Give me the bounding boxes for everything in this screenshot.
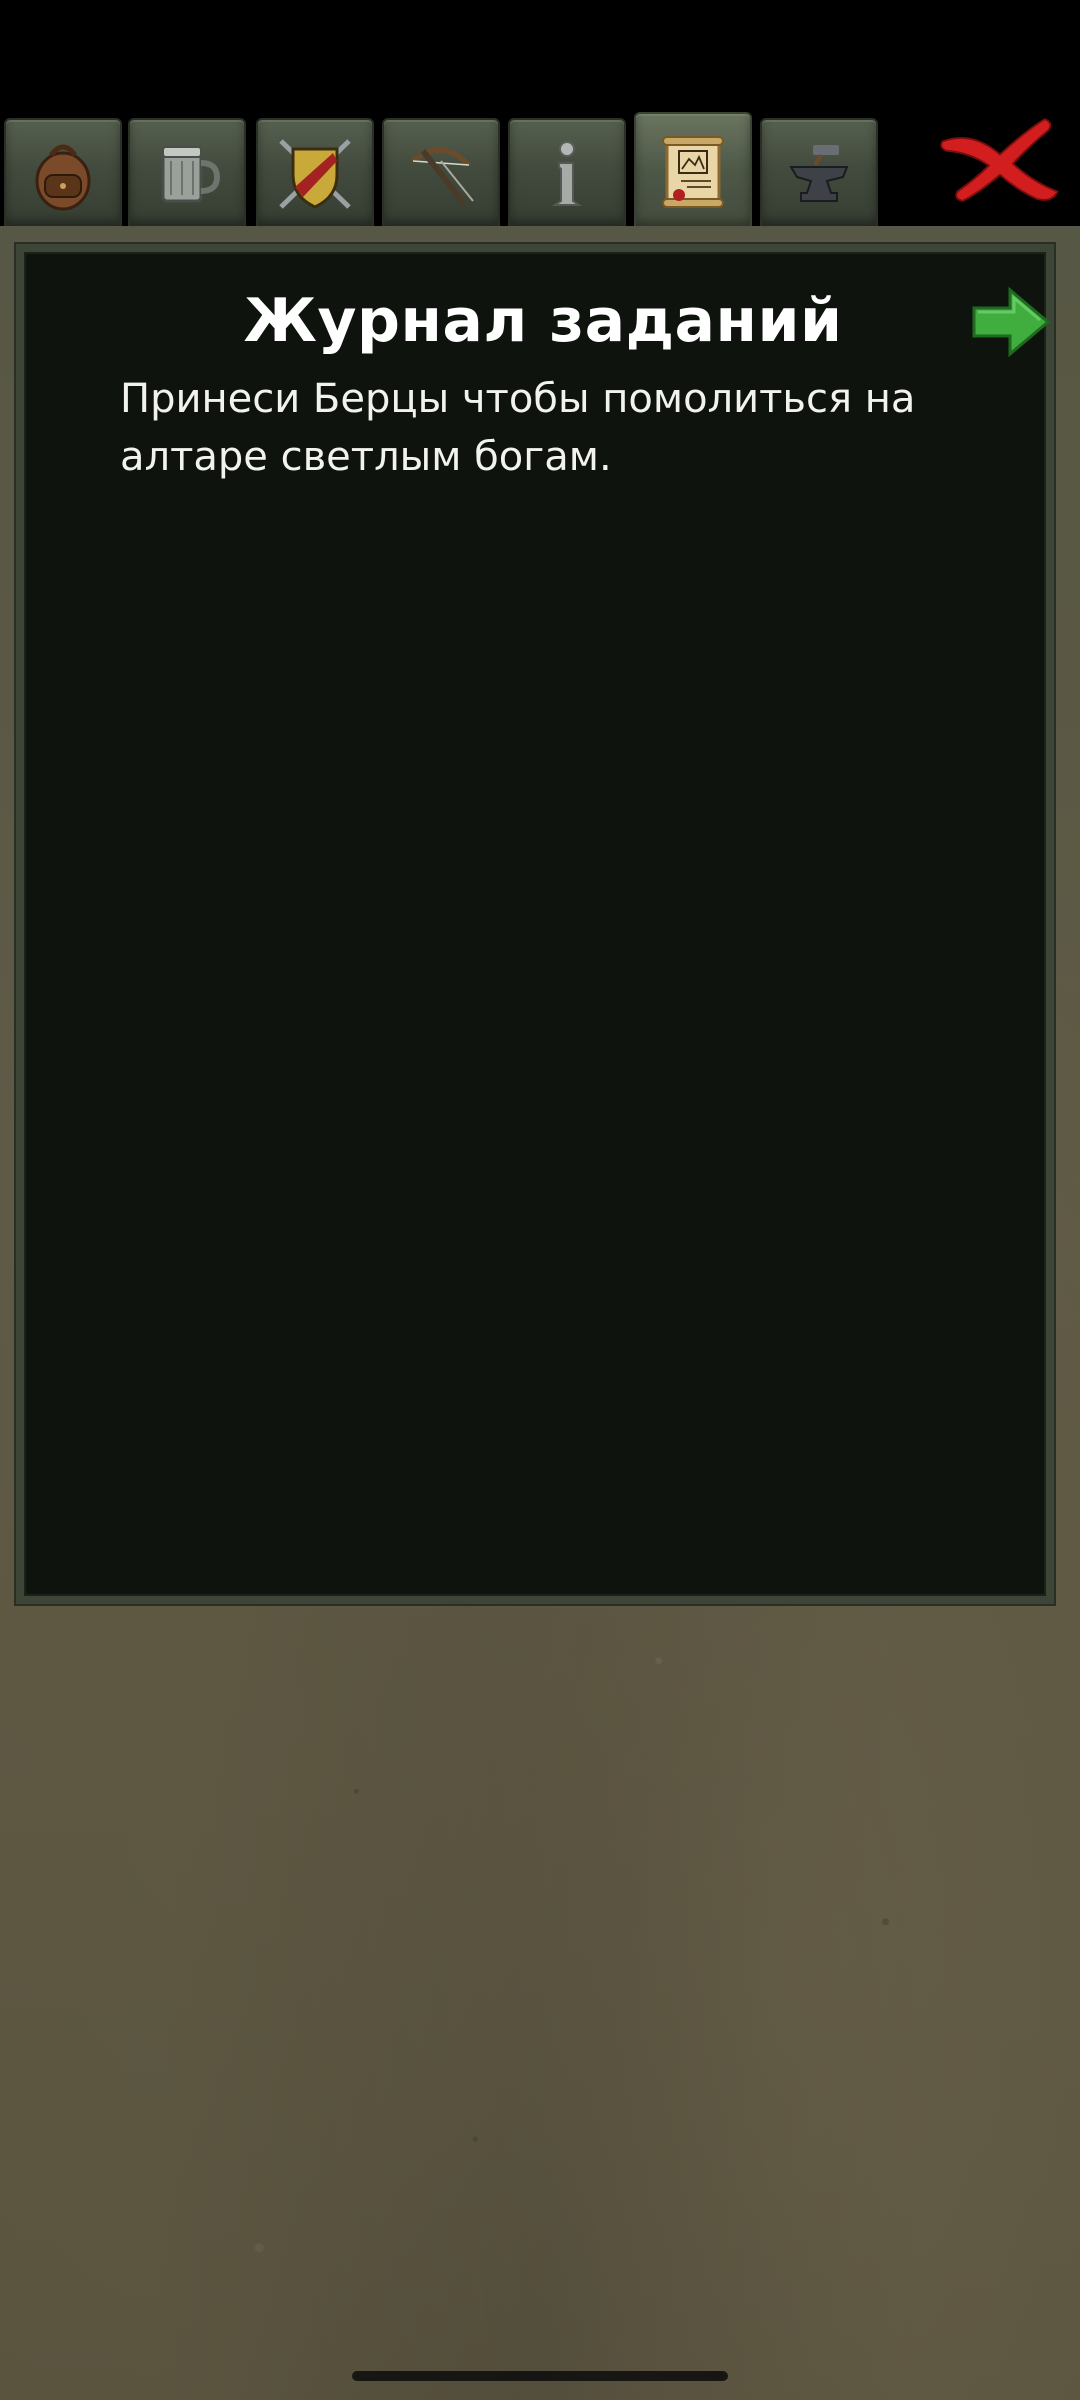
quest-journal-panel: Журнал заданий Принеси Берцы чтобы помол…	[16, 244, 1054, 1604]
journal-title: Журнал заданий	[243, 286, 843, 356]
close-button[interactable]	[930, 110, 1070, 210]
quest-description: Принеси Берцы чтобы помолиться на алтаре…	[120, 376, 916, 480]
home-indicator[interactable]	[352, 2371, 728, 2381]
anvil-icon	[789, 145, 849, 202]
tab-tavern[interactable]	[128, 118, 246, 228]
tab-info[interactable]	[508, 118, 626, 228]
info-icon	[551, 141, 583, 206]
tankard-icon	[161, 146, 221, 203]
crossbow-icon	[411, 147, 474, 207]
status-bar	[0, 0, 1080, 112]
green-arrow-right-icon[interactable]	[970, 284, 1052, 360]
tab-weapons[interactable]	[382, 118, 500, 228]
red-x-close-icon	[940, 118, 1059, 202]
tab-inventory[interactable]	[4, 118, 122, 228]
quest-scroll-icon	[662, 136, 724, 208]
tab-crafting[interactable]	[760, 118, 878, 228]
game-screen: Журнал заданий Принеси Берцы чтобы помол…	[0, 0, 1080, 2400]
tab-equipment[interactable]	[256, 118, 374, 228]
tab-quest-journal[interactable]	[634, 112, 752, 230]
backpack-icon	[35, 144, 91, 211]
shield-swords-icon	[279, 139, 351, 209]
tab-bar	[0, 112, 1080, 230]
